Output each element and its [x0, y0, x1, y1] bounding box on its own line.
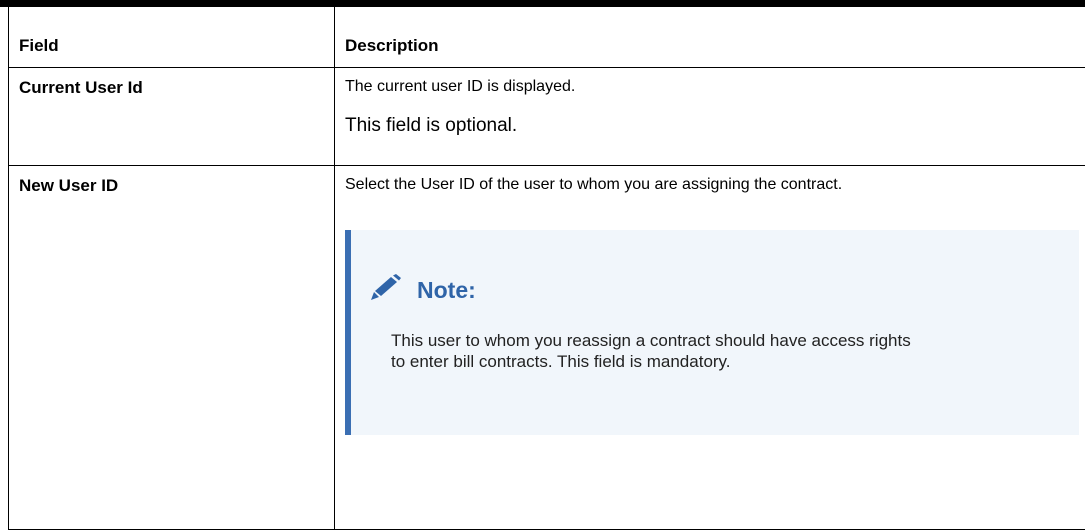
header-cell-description: Description [335, 1, 1085, 68]
table-header-row: Field Description [9, 1, 1085, 68]
field-cell: New User ID [9, 166, 335, 530]
description-cell: Select the User ID of the user to whom y… [335, 166, 1085, 530]
field-name-new-user-id: New User ID [9, 176, 334, 196]
note-callout: Note: This user to whom you reassign a c… [345, 230, 1079, 435]
description-text: Select the User ID of the user to whom y… [345, 175, 1085, 195]
header-field-label: Field [9, 36, 334, 56]
field-name-current-user-id: Current User Id [9, 78, 334, 98]
table-row: Current User Id The current user ID is d… [9, 68, 1085, 166]
field-cell: Current User Id [9, 68, 335, 166]
note-heading: Note: [369, 274, 476, 307]
pencil-icon [369, 274, 403, 307]
description-text-optional: This field is optional. [345, 116, 1085, 136]
description-text: The current user ID is displayed. [345, 77, 1085, 97]
note-title: Note: [417, 277, 476, 304]
description-cell: The current user ID is displayed. This f… [335, 68, 1085, 166]
header-description-label: Description [335, 36, 1085, 56]
field-description-table: Field Description Current User Id The cu… [8, 0, 1085, 530]
header-cell-field: Field [9, 1, 335, 68]
note-text: This user to whom you reassign a contrac… [391, 330, 911, 372]
table-row: New User ID Select the User ID of the us… [9, 166, 1085, 530]
